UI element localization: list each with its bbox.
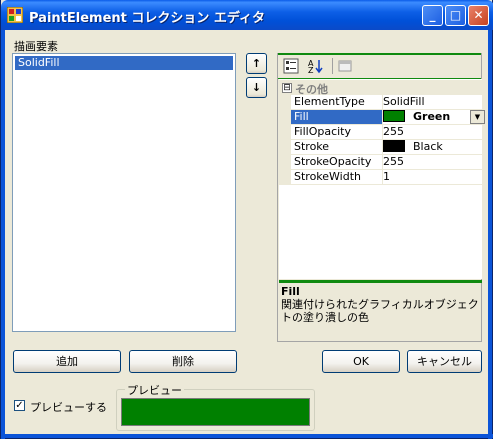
minimize-icon: _	[429, 8, 436, 22]
svg-text:Z: Z	[308, 66, 314, 74]
description-title: Fill	[281, 285, 300, 298]
row-margin	[279, 170, 291, 185]
arrow-up-icon: ↑	[251, 57, 262, 70]
row-margin	[279, 125, 291, 140]
dropdown-button[interactable]: ▼	[470, 110, 485, 124]
description-text: 関連付けられたグラフィカルオブジェクトの塗り潰しの色	[281, 298, 479, 324]
window-frame-bottom	[1, 434, 493, 438]
window-frame-right	[488, 30, 492, 439]
close-icon: ✕	[473, 8, 484, 22]
arrow-down-icon: ↓	[251, 81, 262, 94]
remove-button[interactable]: 削除	[129, 350, 237, 373]
move-down-button[interactable]: ↓	[246, 77, 267, 98]
property-description: Fill 関連付けられたグラフィカルオブジェクトの塗り潰しの色	[281, 285, 480, 340]
row-margin	[279, 110, 291, 125]
property-row-fillopacity[interactable]: FillOpacity 255	[279, 125, 485, 140]
color-swatch	[383, 110, 405, 122]
close-button[interactable]: ✕	[468, 5, 489, 26]
collection-editor-window: PaintElement コレクション エディタ _ □ ✕ 描画要素 Soli…	[0, 0, 493, 439]
property-name: FillOpacity	[291, 125, 383, 140]
preview-groupbox: プレビュー	[116, 382, 315, 431]
property-value[interactable]: 255	[380, 125, 485, 140]
property-value[interactable]: 255	[380, 155, 485, 170]
alphabetical-icon[interactable]: A Z	[307, 58, 323, 74]
property-grid-toolbar: A Z	[278, 54, 481, 79]
property-value-editor[interactable]: Black	[380, 140, 485, 155]
preview-checkbox-label[interactable]: プレビューする	[30, 399, 107, 415]
row-margin	[279, 95, 291, 110]
minimize-button[interactable]: _	[422, 5, 443, 26]
property-value: Green	[413, 110, 451, 123]
property-name: ElementType	[291, 95, 383, 110]
chevron-down-icon: ▼	[474, 113, 481, 121]
toolbar-separator	[332, 58, 333, 74]
property-grid-rows: ⊟ その他 ElementType SolidFill Fill Green ▼	[279, 79, 485, 279]
cancel-button[interactable]: キャンセル	[407, 350, 482, 373]
property-value[interactable]: 1	[380, 170, 485, 185]
property-name: StrokeWidth	[291, 170, 383, 185]
window-title: PaintElement コレクション エディタ	[29, 11, 266, 26]
row-margin	[279, 155, 291, 170]
property-row-elementtype[interactable]: ElementType SolidFill	[279, 95, 485, 110]
property-pages-icon[interactable]	[337, 58, 353, 74]
preview-checkbox[interactable]: ✓	[14, 400, 25, 411]
checkmark-icon: ✓	[15, 400, 24, 411]
property-row-strokeopacity[interactable]: StrokeOpacity 255	[279, 155, 485, 170]
categorized-icon[interactable]	[283, 58, 299, 74]
property-value: Black	[413, 140, 443, 153]
property-row-strokewidth[interactable]: StrokeWidth 1	[279, 170, 485, 185]
property-row-stroke[interactable]: Stroke Black	[279, 140, 485, 155]
preview-group-title: プレビュー	[125, 382, 184, 398]
property-value[interactable]: SolidFill	[380, 95, 485, 110]
property-name: Fill	[291, 110, 383, 125]
window-frame-left	[1, 30, 5, 439]
move-up-button[interactable]: ↑	[246, 53, 267, 74]
maximize-button[interactable]: □	[445, 5, 466, 26]
list-item[interactable]: SolidFill	[15, 56, 233, 70]
collapse-icon[interactable]: ⊟	[282, 83, 292, 93]
property-name: Stroke	[291, 140, 383, 155]
add-button[interactable]: 追加	[13, 350, 121, 373]
preview-swatch	[121, 398, 310, 426]
ok-button[interactable]: OK	[322, 350, 400, 373]
property-row-fill[interactable]: Fill Green ▼	[279, 110, 485, 125]
members-listbox[interactable]: SolidFill	[12, 53, 236, 332]
maximize-icon: □	[449, 8, 462, 22]
app-icon	[7, 7, 23, 23]
property-grid[interactable]: A Z ⊟ その他 ElementType SolidFill Fill Gre…	[277, 53, 485, 342]
members-label: 描画要素	[14, 40, 58, 53]
description-separator	[279, 280, 482, 283]
property-name: StrokeOpacity	[291, 155, 383, 170]
category-header[interactable]: ⊟ その他	[279, 80, 482, 96]
color-swatch	[383, 140, 405, 152]
title-bar[interactable]: PaintElement コレクション エディタ _ □ ✕	[1, 0, 493, 30]
row-margin	[279, 140, 291, 155]
property-value-editor[interactable]: Green ▼	[380, 110, 485, 125]
list-item-label: SolidFill	[18, 56, 60, 69]
